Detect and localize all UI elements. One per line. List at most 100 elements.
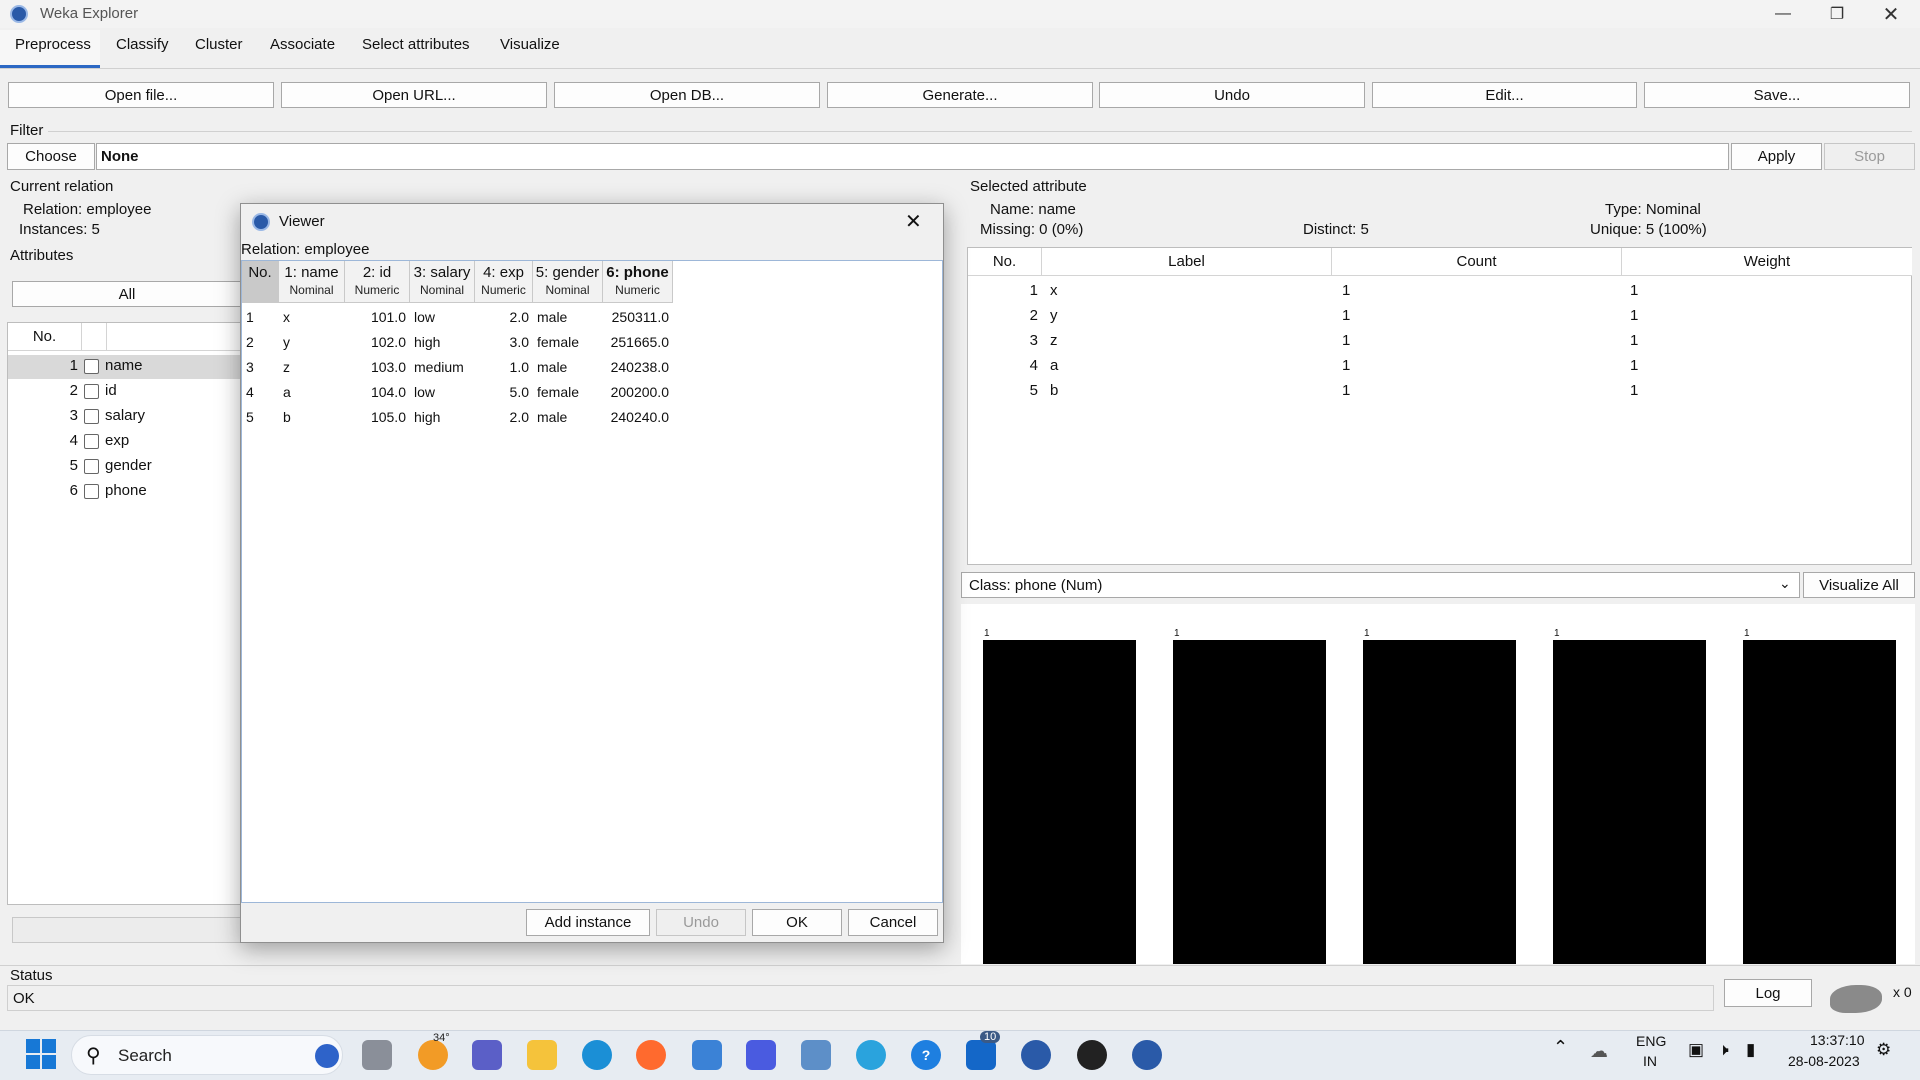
filter-stop-button[interactable]: Stop <box>1824 143 1915 170</box>
viewer-close-icon[interactable]: ✕ <box>905 209 922 234</box>
ok-button[interactable]: OK <box>752 909 842 936</box>
viewer-cell[interactable]: male <box>533 309 603 325</box>
close-icon[interactable]: ✕ <box>1868 2 1914 26</box>
viewer-cell[interactable]: 251665.0 <box>603 334 673 350</box>
viewer-cell[interactable]: 240238.0 <box>603 359 673 375</box>
language-line-2[interactable]: IN <box>1643 1053 1657 1069</box>
minimize-icon[interactable]: — <box>1760 2 1806 26</box>
viewer-cell[interactable]: 1.0 <box>475 359 533 375</box>
tab-select-attributes[interactable]: Select attributes <box>362 36 470 58</box>
viewer-cell[interactable]: 2 <box>242 334 279 350</box>
sel-col-label[interactable]: Label <box>1042 248 1332 276</box>
viewer-cell[interactable]: 240240.0 <box>603 409 673 425</box>
save-button[interactable]: Save... <box>1644 82 1910 108</box>
attribute-row-checkbox[interactable] <box>84 459 99 474</box>
generate-button[interactable]: Generate... <box>827 82 1093 108</box>
mail-icon[interactable] <box>966 1040 996 1070</box>
viewer-cell[interactable]: 3 <box>242 359 279 375</box>
viewer-cell[interactable]: 2.0 <box>475 409 533 425</box>
attribute-row-checkbox[interactable] <box>84 384 99 399</box>
attributes-col-name[interactable]: name <box>107 323 251 351</box>
viewer-col-header[interactable]: No. <box>242 261 279 303</box>
file-explorer-icon[interactable] <box>527 1040 557 1070</box>
attribute-row-name[interactable]: id <box>105 382 117 399</box>
viewer-cell[interactable]: high <box>410 409 475 425</box>
weka-viewer-taskbar-icon[interactable] <box>1132 1040 1162 1070</box>
attribute-row-checkbox[interactable] <box>84 434 99 449</box>
viewer-col-header[interactable]: 6: phone Numeric <box>603 261 673 303</box>
log-button[interactable]: Log <box>1724 979 1812 1007</box>
onedrive-icon[interactable]: ☁ <box>1590 1041 1608 1062</box>
attributes-col-checkbox[interactable] <box>82 323 107 351</box>
class-selector-dropdown[interactable]: Class: phone (Num) ⌄ <box>961 572 1800 598</box>
viewer-cell[interactable]: 1 <box>242 309 279 325</box>
attribute-row-checkbox[interactable] <box>84 484 99 499</box>
viewer-cell[interactable]: x <box>279 309 345 325</box>
viewer-cell[interactable]: female <box>533 384 603 400</box>
viewer-col-header[interactable]: 1: name Nominal <box>279 261 345 303</box>
viewer-cell[interactable]: high <box>410 334 475 350</box>
viewer-cell[interactable]: 4 <box>242 384 279 400</box>
viewer-col-header[interactable]: 5: gender Nominal <box>533 261 603 303</box>
viewer-cell[interactable]: male <box>533 359 603 375</box>
attribute-row-name[interactable]: gender <box>105 457 152 474</box>
firefox-icon[interactable] <box>636 1040 666 1070</box>
add-instance-button[interactable]: Add instance <box>526 909 650 936</box>
sel-col-no[interactable]: No. <box>968 248 1042 276</box>
viewer-cell[interactable]: 3.0 <box>475 334 533 350</box>
tab-classify[interactable]: Classify <box>116 36 169 58</box>
sel-col-weight[interactable]: Weight <box>1622 248 1912 276</box>
viewer-cell[interactable]: male <box>533 409 603 425</box>
attribute-row-checkbox[interactable] <box>84 359 99 374</box>
chevron-up-icon[interactable]: ⌃ <box>1553 1037 1568 1058</box>
weather-icon[interactable] <box>418 1040 448 1070</box>
viewer-undo-button[interactable]: Undo <box>656 909 746 936</box>
filter-apply-button[interactable]: Apply <box>1731 143 1822 170</box>
viewer-cell[interactable]: b <box>279 409 345 425</box>
volume-muted-icon[interactable]: 🕨 <box>1718 1040 1729 1060</box>
language-line-1[interactable]: ENG <box>1636 1033 1666 1049</box>
viewer-cell[interactable]: 250311.0 <box>603 309 673 325</box>
viewer-cell[interactable]: 200200.0 <box>603 384 673 400</box>
edge-icon[interactable] <box>582 1040 612 1070</box>
tab-associate[interactable]: Associate <box>270 36 335 58</box>
open-db-button[interactable]: Open DB... <box>554 82 820 108</box>
photos-icon[interactable] <box>801 1040 831 1070</box>
notification-icon[interactable]: ⚙ <box>1876 1040 1891 1060</box>
restore-icon[interactable]: ❐ <box>1814 2 1860 26</box>
filter-choose-button[interactable]: Choose <box>7 143 95 170</box>
viewer-col-header[interactable]: 2: id Numeric <box>345 261 410 303</box>
viewer-cell[interactable]: 104.0 <box>345 384 410 400</box>
teams-icon[interactable] <box>472 1040 502 1070</box>
tab-visualize[interactable]: Visualize <box>500 36 560 58</box>
battery-icon[interactable]: ▮ <box>1746 1040 1755 1060</box>
sel-col-count[interactable]: Count <box>1332 248 1622 276</box>
viewer-cell[interactable]: 105.0 <box>345 409 410 425</box>
attribute-row-checkbox[interactable] <box>84 409 99 424</box>
edit-button[interactable]: Edit... <box>1372 82 1637 108</box>
open-file-button[interactable]: Open file... <box>8 82 274 108</box>
attribute-row-name[interactable]: exp <box>105 432 129 449</box>
telegram-icon[interactable] <box>856 1040 886 1070</box>
viewer-cell[interactable]: 101.0 <box>345 309 410 325</box>
undo-button[interactable]: Undo <box>1099 82 1365 108</box>
open-url-button[interactable]: Open URL... <box>281 82 547 108</box>
help-icon[interactable]: ? <box>911 1040 941 1070</box>
viewer-col-header[interactable]: 3: salary Nominal <box>410 261 475 303</box>
windows-start-icon[interactable] <box>26 1039 56 1069</box>
tab-cluster[interactable]: Cluster <box>195 36 243 58</box>
attributes-all-button[interactable]: All <box>12 281 242 307</box>
viewer-cell[interactable]: 102.0 <box>345 334 410 350</box>
viewer-cell[interactable]: female <box>533 334 603 350</box>
clock-date[interactable]: 28-08-2023 <box>1788 1053 1860 1069</box>
task-view-icon[interactable] <box>362 1040 392 1070</box>
viewer-cell[interactable]: a <box>279 384 345 400</box>
clock-time[interactable]: 13:37:10 <box>1810 1032 1865 1048</box>
attribute-row-name[interactable]: phone <box>105 482 147 499</box>
search-box[interactable]: ⚲ Search <box>71 1035 343 1075</box>
viewer-cell[interactable]: y <box>279 334 345 350</box>
cancel-button[interactable]: Cancel <box>848 909 938 936</box>
attributes-col-no[interactable]: No. <box>8 323 82 351</box>
viewer-cell[interactable]: z <box>279 359 345 375</box>
viewer-cell[interactable]: 2.0 <box>475 309 533 325</box>
